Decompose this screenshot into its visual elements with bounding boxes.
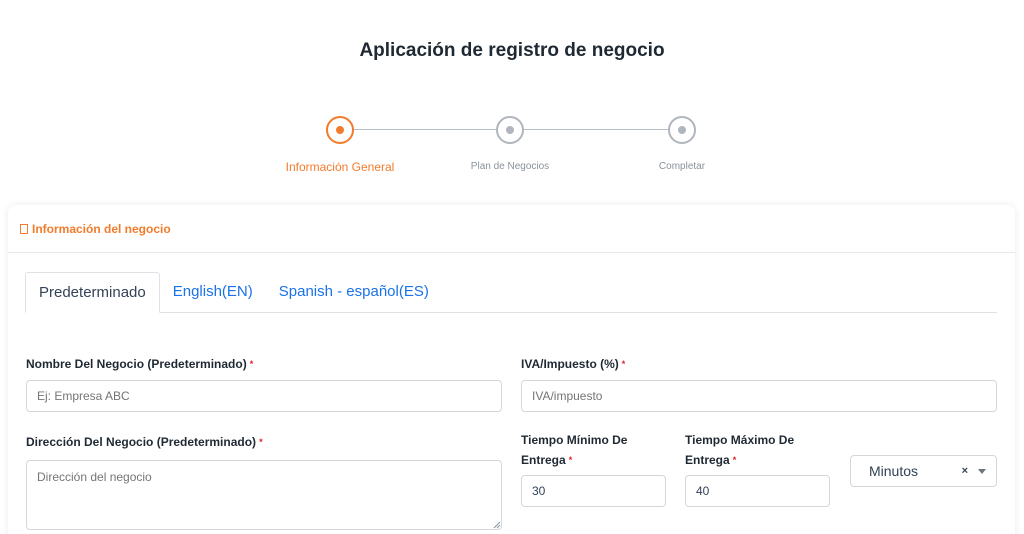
time-unit-select[interactable]: Minutos × <box>850 455 997 487</box>
tab-spanish[interactable]: Spanish - español(ES) <box>266 272 442 312</box>
required-marker: * <box>732 455 737 465</box>
business-name-label: Nombre Del Negocio (Predeterminado) * <box>26 354 253 374</box>
stepper-connector-1 <box>354 129 496 130</box>
min-delivery-label-line1: Tiempo Mínimo De <box>521 433 628 447</box>
max-delivery-label-line2-wrap: Entrega * <box>685 450 794 470</box>
min-delivery-input[interactable] <box>521 475 666 507</box>
max-delivery-label: Tiempo Máximo De Entrega * <box>685 430 794 470</box>
tax-label: IVA/Impuesto (%) * <box>521 354 625 374</box>
step-3-indicator[interactable] <box>668 116 696 144</box>
business-name-label-text: Nombre Del Negocio (Predeterminado) <box>26 357 247 371</box>
language-tabs: Predeterminado English(EN) Spanish - esp… <box>25 272 997 313</box>
address-label: Dirección Del Negocio (Predeterminado) * <box>26 432 263 452</box>
min-delivery-label-line2-wrap: Entrega * <box>521 450 627 470</box>
step-2-label: Plan de Negocios <box>470 161 550 172</box>
step-dot-icon <box>506 126 514 134</box>
card-title: Información del negocio <box>32 221 171 236</box>
clear-icon[interactable]: × <box>962 465 968 477</box>
time-unit-value: Minutos <box>869 463 919 479</box>
page-title: Aplicación de registro de negocio <box>359 40 665 61</box>
document-icon <box>20 224 28 234</box>
required-marker: * <box>259 437 263 447</box>
max-delivery-label-line1: Tiempo Máximo De <box>685 433 795 447</box>
required-marker: * <box>621 359 626 369</box>
required-marker: * <box>249 359 254 369</box>
max-delivery-input[interactable] <box>685 475 830 507</box>
tax-label-text: IVA/Impuesto (%) <box>521 357 619 371</box>
required-marker: * <box>568 455 573 465</box>
min-delivery-label: Tiempo Mínimo De Entrega * <box>521 430 627 470</box>
business-info-card: Información del negocio Predeterminado E… <box>8 205 1015 534</box>
step-dot-icon <box>336 126 344 134</box>
business-name-input[interactable] <box>26 380 502 412</box>
max-delivery-label-line2: Entrega <box>685 453 730 467</box>
stepper-connector-2 <box>524 129 668 130</box>
step-1-indicator[interactable] <box>326 116 354 144</box>
progress-stepper: Información General Plan de Negocios Com… <box>0 116 1024 176</box>
tab-default[interactable]: Predeterminado <box>25 272 160 313</box>
step-3-label: Completar <box>658 161 706 172</box>
address-label-text: Dirección Del Negocio (Predeterminado) <box>26 435 257 449</box>
chevron-down-icon[interactable] <box>978 468 986 474</box>
step-dot-icon <box>678 126 686 134</box>
step-2-indicator[interactable] <box>496 116 524 144</box>
tab-english[interactable]: English(EN) <box>160 272 266 312</box>
address-textarea[interactable] <box>26 460 502 530</box>
card-header: Información del negocio <box>8 205 1015 253</box>
resize-grip-icon[interactable] <box>493 521 501 529</box>
min-delivery-label-line2: Entrega <box>521 453 566 467</box>
step-1-label: Información General <box>285 160 395 174</box>
tax-input[interactable] <box>521 380 997 412</box>
